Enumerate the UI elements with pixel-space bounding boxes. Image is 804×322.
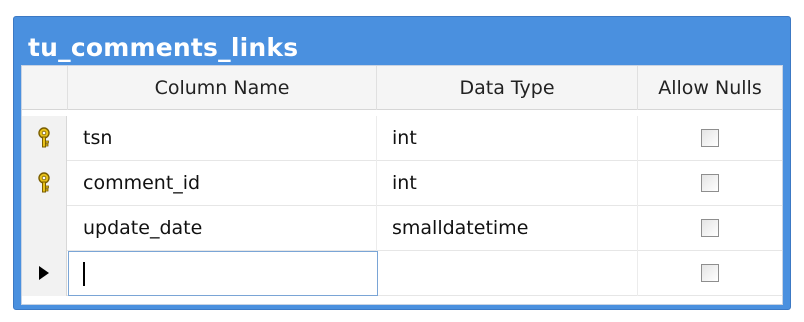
data-type-cell[interactable]: int [377,116,638,161]
allow-nulls-cell [638,161,782,206]
grid-header: Column Name Data Type Allow Nulls [22,66,782,110]
table-row[interactable]: tsn int [22,116,782,161]
text-caret [83,262,85,286]
key-icon [38,172,50,193]
row-selector[interactable] [22,161,67,206]
column-name-header[interactable]: Column Name [68,66,377,110]
allow-nulls-cell [638,116,782,161]
allow-nulls-cell [638,251,782,296]
table-title: tu_comments_links [28,33,299,62]
data-type-cell[interactable]: smalldatetime [377,206,638,251]
table-designer-window: tu_comments_links Column Name Data Type … [13,16,791,310]
row-selector-header [22,66,68,110]
allow-nulls-checkbox[interactable] [701,129,719,147]
allow-nulls-checkbox[interactable] [701,264,719,282]
row-selector[interactable] [22,206,67,251]
new-table-row[interactable] [22,251,782,296]
table-row[interactable]: update_date smalldatetime [22,206,782,251]
data-type-header[interactable]: Data Type [377,66,638,110]
key-icon [38,127,50,148]
allow-nulls-header[interactable]: Allow Nulls [638,66,782,110]
table-row[interactable]: comment_id int [22,161,782,206]
column-name-input[interactable] [68,251,378,296]
row-pointer-icon [39,266,49,280]
data-type-cell[interactable]: int [377,161,638,206]
column-name-cell[interactable]: tsn [68,116,377,161]
allow-nulls-checkbox[interactable] [701,174,719,192]
columns-grid: Column Name Data Type Allow Nulls tsn in… [21,65,783,305]
data-type-cell[interactable] [377,251,638,296]
column-name-cell[interactable]: comment_id [68,161,377,206]
allow-nulls-cell [638,206,782,251]
allow-nulls-checkbox[interactable] [701,219,719,237]
row-selector[interactable] [22,116,67,161]
column-name-cell[interactable]: update_date [68,206,377,251]
row-selector[interactable] [22,251,67,296]
